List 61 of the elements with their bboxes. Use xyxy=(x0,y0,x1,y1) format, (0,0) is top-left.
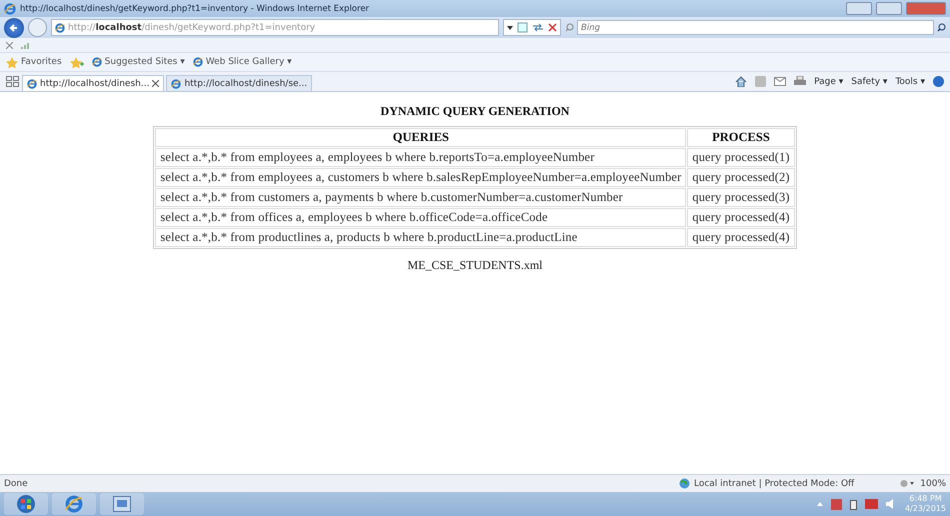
start-button[interactable] xyxy=(4,493,48,515)
browser-tab[interactable]: http://localhost/dinesh... xyxy=(22,75,164,91)
table-cell: query processed(1) xyxy=(687,148,795,167)
favorites-link[interactable]: Web Slice Gallery ▾ xyxy=(192,57,292,67)
quick-tabs-icon[interactable] xyxy=(6,76,20,87)
home-icon[interactable] xyxy=(735,76,748,87)
dropdown-icon[interactable] xyxy=(507,26,513,30)
table-cell: query processed(2) xyxy=(687,168,795,187)
close-tab-icon[interactable] xyxy=(152,80,160,87)
zoom-level[interactable]: 100% xyxy=(920,478,946,488)
favorites-link[interactable]: Suggested Sites ▾ xyxy=(92,57,185,67)
search-field[interactable]: Bing xyxy=(577,20,934,35)
windows-logo xyxy=(16,494,36,514)
page-icon xyxy=(55,22,65,32)
table-cell: select a.*,b.* from productlines a, products b where b.productLine=a.productLine xyxy=(155,228,686,247)
column-header: PROCESS xyxy=(687,128,795,147)
address-field[interactable]: http://localhost/dinesh/getKeyword.php?t1=inventory xyxy=(51,19,499,36)
print-icon[interactable] xyxy=(794,76,806,87)
command-menu[interactable]: Tools ▾ xyxy=(895,76,925,86)
star-icon xyxy=(6,56,18,68)
page-heading: DYNAMIC QUERY GENERATION xyxy=(380,104,570,119)
command-menu[interactable]: Safety ▾ xyxy=(851,76,888,86)
browser-icon xyxy=(4,2,16,14)
close-icon[interactable] xyxy=(6,42,13,48)
table-cell: select a.*,b.* from offices a, employees b where b.officeCode=a.officeCode xyxy=(155,208,686,227)
back-button[interactable] xyxy=(4,18,24,38)
table-cell: select a.*,b.* from employees a, customers b where b.salesRepEmployeeNumber=a.employeeNumber xyxy=(155,168,686,187)
browser-icon xyxy=(171,78,182,88)
table-cell: query processed(3) xyxy=(687,188,795,207)
window-title: http://localhost/dinesh/getKeyword.php?t1=inventory - Windows Internet Explorer xyxy=(20,4,370,14)
column-header: QUERIES xyxy=(155,128,686,147)
browser-icon xyxy=(192,57,203,67)
browser-tab[interactable]: http://localhost/dinesh/se... xyxy=(166,75,312,91)
browser-icon xyxy=(27,78,37,88)
table-cell: query processed(4) xyxy=(687,228,795,247)
zone-text: Local intranet | Protected Mode: Off xyxy=(694,478,854,488)
add-favorites-icon[interactable] xyxy=(70,56,84,68)
mail-icon[interactable] xyxy=(774,77,786,86)
table-cell: select a.*,b.* from employees a, employees b where b.reportsTo=a.employeeNumber xyxy=(155,148,686,167)
back-arrow-icon xyxy=(9,22,19,32)
search-icon[interactable] xyxy=(937,23,946,32)
taskbar-browser-button[interactable] xyxy=(52,493,96,515)
command-menu[interactable]: Page ▾ xyxy=(814,76,844,86)
search-icon xyxy=(565,23,574,32)
minimize-button[interactable] xyxy=(846,2,872,15)
window-icon xyxy=(113,496,131,512)
file-name: ME_CSE_STUDENTS.xml xyxy=(407,258,542,273)
show-icons-icon[interactable] xyxy=(816,502,823,506)
status-text: Done xyxy=(4,478,28,488)
browser-icon xyxy=(65,495,83,513)
globe-icon xyxy=(678,478,690,489)
browser-icon xyxy=(92,57,102,67)
refresh-icon[interactable] xyxy=(532,23,544,32)
table-cell: select a.*,b.* from customers a, payments b where b.customerNumber=a.customerNumber xyxy=(155,188,686,207)
battery-icon[interactable] xyxy=(850,498,857,510)
taskbar-window-button[interactable] xyxy=(100,493,144,515)
table-cell: query processed(4) xyxy=(687,208,795,227)
restore-button[interactable] xyxy=(876,2,902,15)
stop-icon[interactable] xyxy=(548,23,557,32)
signal-icon xyxy=(21,42,31,48)
favorites-button[interactable]: Favorites xyxy=(6,56,62,68)
